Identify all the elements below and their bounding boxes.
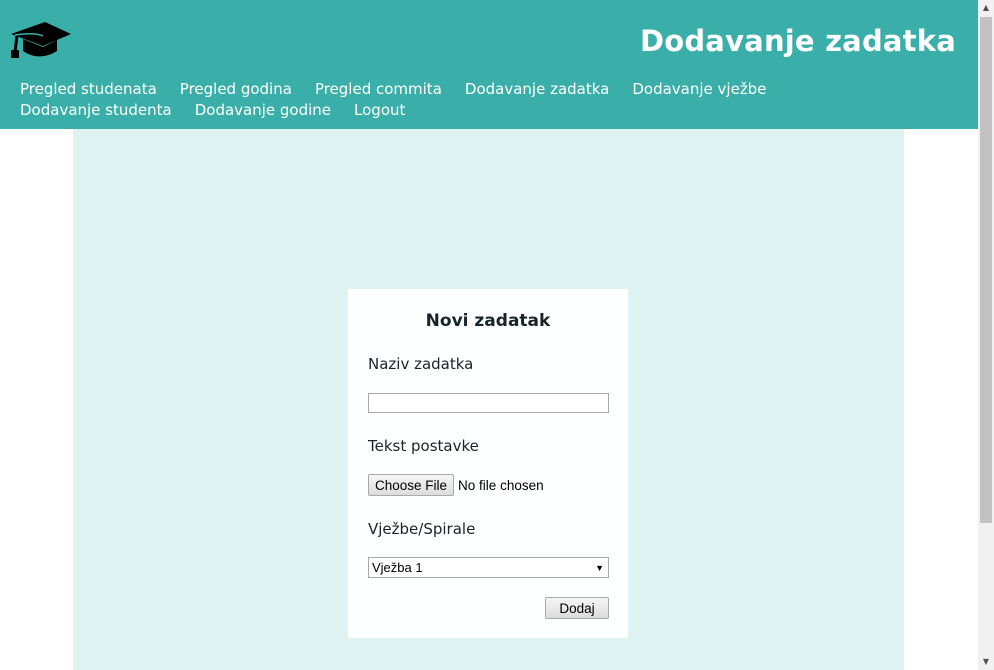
header-bar: Dodavanje zadatka Pregled studenata Preg… [0, 0, 978, 129]
task-name-label: Naziv zadatka [368, 355, 474, 373]
new-task-form: Novi zadatak Naziv zadatka Tekst postavk… [348, 289, 628, 638]
graduation-cap-icon[interactable] [9, 18, 73, 62]
nav-item-logout[interactable]: Logout [354, 100, 405, 120]
nav-item-pregled-studenata[interactable]: Pregled studenata [20, 79, 157, 99]
page-title: Dodavanje zadatka [639, 24, 956, 58]
nav-item-dodavanje-zadatka[interactable]: Dodavanje zadatka [465, 79, 609, 99]
add-button[interactable]: Dodaj [545, 597, 609, 619]
file-status: No file chosen [458, 477, 544, 493]
exercise-select-value: Vježba 1 [372, 560, 423, 575]
form-title: Novi zadatak [425, 311, 551, 331]
nav-item-dodavanje-studenta[interactable]: Dodavanje studenta [20, 100, 172, 120]
exercises-label: Vježbe/Spirale [368, 520, 476, 538]
nav-item-pregled-godina[interactable]: Pregled godina [180, 79, 292, 99]
scrollbar-thumb[interactable] [980, 17, 992, 523]
nav-item-dodavanje-vjezbe[interactable]: Dodavanje vježbe [632, 79, 766, 99]
task-name-input[interactable] [368, 393, 609, 413]
task-text-label: Tekst postavke [368, 437, 479, 455]
scroll-up-icon[interactable]: ▲ [978, 0, 994, 16]
nav-item-dodavanje-godine[interactable]: Dodavanje godine [195, 100, 331, 120]
nav-item-pregled-commita[interactable]: Pregled commita [315, 79, 442, 99]
vertical-scrollbar[interactable]: ▲ ▼ [978, 0, 994, 670]
exercise-select[interactable]: Vježba 1 ▼ [368, 557, 609, 578]
main-nav: Pregled studenata Pregled godina Pregled… [20, 79, 960, 120]
scroll-down-icon[interactable]: ▼ [978, 654, 994, 670]
chevron-down-icon: ▼ [595, 563, 604, 573]
choose-file-button[interactable]: Choose File [368, 474, 455, 496]
file-upload: Choose File No file chosen [368, 474, 544, 496]
